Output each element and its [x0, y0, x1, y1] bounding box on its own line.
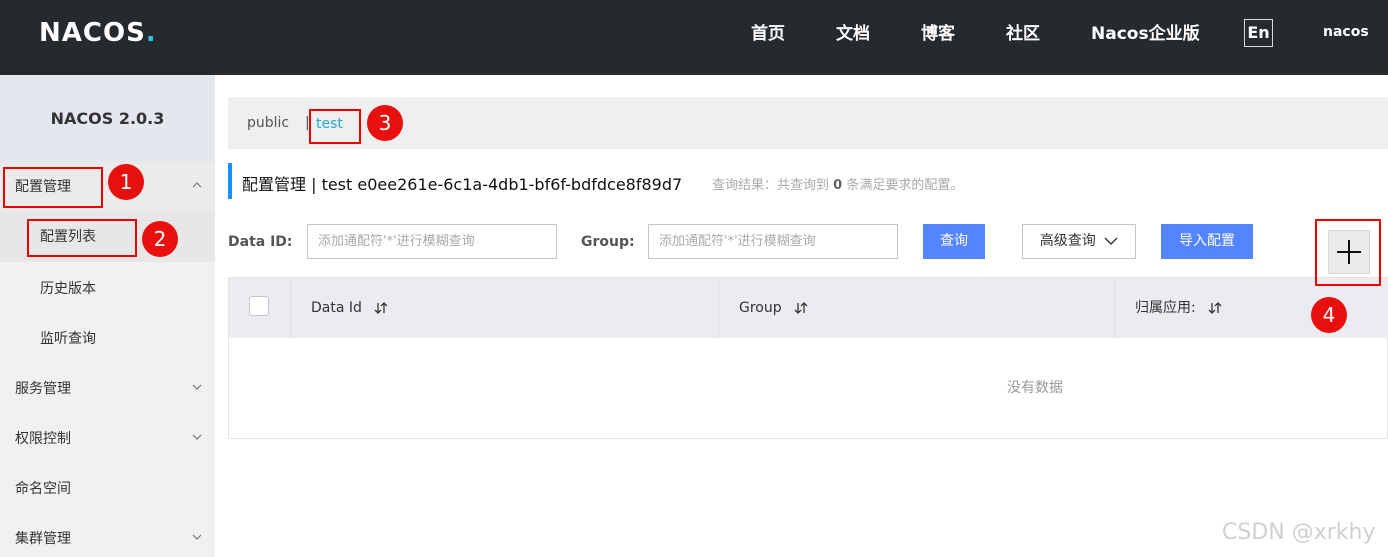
sidebar-item-label: 历史版本: [40, 281, 96, 297]
sidebar-item-label: 集群管理: [15, 531, 71, 547]
query-button[interactable]: 查询: [923, 224, 985, 259]
nav-community[interactable]: 社区: [1006, 22, 1040, 46]
sidebar-item-label: 配置列表: [40, 229, 96, 245]
sort-icon[interactable]: [1208, 301, 1222, 315]
watermark: CSDN @xrkhy: [1222, 520, 1376, 545]
column-label: Group: [739, 300, 782, 316]
sidebar: NACOS 2.0.3 配置管理 配置列表 历史版本 监听查询 服务管理 权限控…: [0, 75, 215, 557]
table-header: Data Id Group 归属应用:: [229, 278, 1388, 338]
select-all-checkbox[interactable]: [249, 296, 269, 316]
advanced-query-button[interactable]: 高级查询: [1022, 224, 1136, 259]
empty-text: 没有数据: [1007, 380, 1063, 396]
summary-count: 0: [833, 178, 843, 193]
query-summary: 查询结果：共查询到 0 条满足要求的配置。: [712, 174, 963, 193]
namespace-bar: public | test: [228, 97, 1388, 149]
sidebar-item-label: 服务管理: [15, 381, 71, 397]
advanced-query-label: 高级查询: [1039, 233, 1096, 249]
language-switch-button[interactable]: En: [1244, 19, 1273, 47]
logo-dot: .: [145, 18, 157, 48]
chevron-down-icon: [191, 414, 203, 464]
sort-icon[interactable]: [374, 301, 388, 315]
column-label: 归属应用:: [1135, 300, 1196, 316]
group-input[interactable]: [648, 224, 898, 259]
sidebar-item-label: 命名空间: [15, 481, 71, 497]
column-data-id[interactable]: Data Id: [291, 278, 719, 338]
sidebar-item-label: 监听查询: [40, 331, 96, 347]
import-config-button[interactable]: 导入配置: [1161, 224, 1253, 259]
nav-enterprise[interactable]: Nacos企业版: [1091, 22, 1200, 46]
namespace-public[interactable]: public: [247, 115, 289, 131]
config-table: Data Id Group 归属应用: 没有数据: [228, 277, 1388, 439]
column-app[interactable]: 归属应用:: [1115, 278, 1387, 338]
nacos-logo[interactable]: NACOS.: [39, 18, 157, 48]
chevron-down-icon: [1104, 237, 1118, 245]
top-header: NACOS. 首页 文档 博客 社区 Nacos企业版 En nacos: [0, 0, 1388, 75]
sidebar-item-label: 配置管理: [15, 179, 71, 195]
nav-docs[interactable]: 文档: [836, 22, 870, 46]
dataid-input[interactable]: [307, 224, 557, 259]
sort-icon[interactable]: [794, 301, 808, 315]
plus-icon: [1337, 240, 1361, 264]
empty-state: 没有数据: [229, 338, 1388, 438]
summary-prefix: 查询结果：共查询到: [712, 178, 830, 193]
namespace-test[interactable]: test: [316, 116, 343, 132]
sidebar-item-namespace[interactable]: 命名空间: [0, 464, 215, 514]
chevron-down-icon: [191, 514, 203, 557]
user-name[interactable]: nacos: [1323, 24, 1369, 40]
select-all-column: [229, 278, 291, 338]
sidebar-item-cluster-management[interactable]: 集群管理: [0, 514, 215, 557]
column-label: Data Id: [311, 300, 362, 316]
chevron-down-icon: [191, 364, 203, 414]
logo-text: NACOS: [39, 18, 146, 48]
chevron-up-icon: [191, 162, 203, 212]
sidebar-item-config-list[interactable]: 配置列表: [0, 212, 215, 262]
summary-suffix: 条满足要求的配置。: [846, 178, 964, 193]
title-accent-bar: [228, 163, 232, 199]
add-config-button[interactable]: [1328, 230, 1370, 274]
page-title: 配置管理 | test e0ee261e-6c1a-4db1-bf6f-bdfd…: [242, 175, 683, 194]
nav-blog[interactable]: 博客: [921, 22, 955, 46]
version-label: NACOS 2.0.3: [0, 75, 215, 162]
group-label: Group:: [581, 234, 635, 250]
sidebar-item-config-management[interactable]: 配置管理: [0, 162, 215, 212]
sidebar-item-listener-query[interactable]: 监听查询: [0, 314, 215, 364]
sidebar-item-service-management[interactable]: 服务管理: [0, 364, 215, 414]
dataid-label: Data ID:: [228, 234, 293, 250]
sidebar-item-label: 权限控制: [15, 431, 71, 447]
sidebar-item-access-control[interactable]: 权限控制: [0, 414, 215, 464]
nav-home[interactable]: 首页: [751, 22, 785, 46]
sidebar-item-history[interactable]: 历史版本: [0, 264, 215, 314]
column-group[interactable]: Group: [719, 278, 1115, 338]
namespace-separator: |: [305, 115, 310, 131]
